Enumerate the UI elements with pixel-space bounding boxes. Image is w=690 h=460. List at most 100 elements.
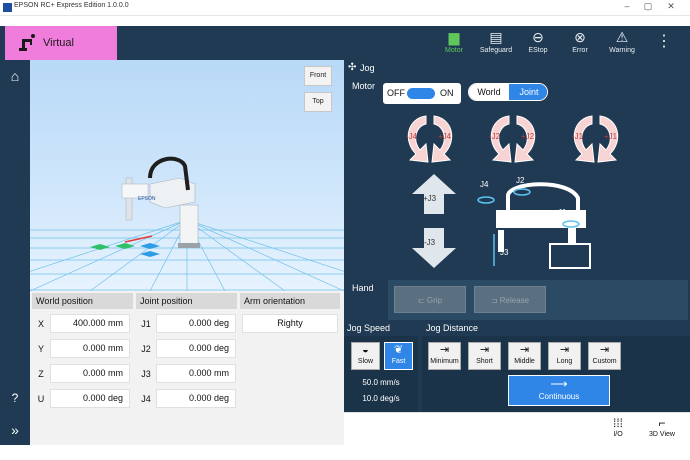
grid-dots-icon: ⁞⁞⁞ — [612, 416, 623, 430]
window-title: EPSON RC+ Express Edition 1.0.0.0 — [14, 2, 129, 9]
jog-minus-j4-button[interactable]: -J4 — [406, 132, 417, 141]
estop-status-button[interactable]: ⊖ EStop — [518, 27, 558, 59]
diagram-j1-label: J1 — [558, 208, 567, 217]
rabbit-icon: ❦ — [393, 344, 404, 356]
app-logo-icon — [3, 3, 12, 12]
world-axis-label: X — [37, 319, 44, 329]
home-icon: ⌂ — [10, 68, 20, 84]
jog-distance-panel: ⇥ Minimum ⇥ Short ⇥ Middle ⇥ Long ⇥ Cust… — [422, 336, 690, 412]
error-icon: ⊗ — [574, 29, 586, 45]
jog-j2-control: -J2 +J2 — [481, 110, 545, 166]
io-button[interactable]: ⁞⁞⁞ I/O — [600, 415, 636, 445]
window-titlebar: EPSON RC+ Express Edition 1.0.0.0 – ▢ ✕ — [0, 0, 690, 16]
speed-slow-label: Slow — [357, 358, 374, 365]
world-u-value: 0.000 deg — [50, 389, 130, 408]
distance-middle-label: Middle — [514, 358, 535, 365]
maximize-icon[interactable]: ▢ — [641, 1, 655, 12]
jog-plus-j3-label: +J3 — [423, 194, 437, 203]
step-arrow-icon: ⇥ — [599, 344, 610, 356]
joint-j4-value: 0.000 deg — [156, 389, 236, 408]
world-x-value: 400.000 mm — [50, 314, 130, 333]
speed-fast-label: Fast — [391, 358, 406, 365]
arm-orientation-header: Arm orientation — [240, 293, 340, 309]
expand-nav-button[interactable]: » — [0, 418, 30, 442]
more-vertical-icon: ⋮ — [656, 33, 672, 50]
release-button[interactable]: ⊐ Release — [474, 286, 546, 313]
jog-frame-toggle: World Joint — [468, 83, 548, 101]
distance-custom-button[interactable]: ⇥ Custom — [588, 342, 621, 370]
distance-continuous-label: Continuous — [538, 392, 580, 401]
joint-frame-option[interactable]: Joint — [509, 84, 547, 100]
jog-plus-j3-button[interactable]: +J3 — [410, 172, 458, 216]
scara-robot-diagram — [477, 182, 591, 269]
jog-minus-j1-button[interactable]: -J1 — [572, 132, 583, 141]
linear-speed-value: 50.0 mm/s — [362, 378, 400, 387]
minimize-icon[interactable]: – — [620, 1, 634, 11]
mode-label: Virtual — [43, 37, 74, 49]
left-nav: ⌂ ? » — [0, 60, 30, 445]
jog-plus-j4-button[interactable]: +J4 — [438, 132, 451, 141]
world-axis-label: Y — [37, 344, 44, 354]
robot-joint-diagram: J4 J2 J1 J3 — [468, 174, 608, 276]
speed-slow-button[interactable]: ◒ Slow — [351, 342, 380, 370]
help-button[interactable]: ? — [0, 386, 30, 410]
jog-j1-control: -J1 +J1 — [564, 110, 628, 166]
home-button[interactable]: ⌂ — [0, 64, 30, 88]
distance-continuous-button[interactable]: ⟶ Continuous — [508, 375, 610, 406]
joint-j3-value: 0.000 mm — [156, 364, 236, 383]
front-view-button[interactable]: Front — [304, 66, 332, 86]
motor-toggle[interactable]: OFF ON — [383, 83, 461, 104]
joint-axis-label: J1 — [141, 319, 151, 329]
robot-3d-view[interactable]: EPSON Front Top — [30, 60, 344, 291]
warning-status-button[interactable]: ⚠ Warning — [602, 27, 642, 59]
motor-on-label: ON — [440, 88, 454, 98]
release-icon: ⊐ — [490, 296, 500, 305]
grip-button[interactable]: ⊏ Grip — [394, 286, 466, 313]
jog-minus-j3-button[interactable]: -J3 — [410, 226, 458, 270]
motor-label: Motor — [352, 81, 376, 91]
distance-minimum-label: Minimum — [430, 358, 459, 365]
safeguard-status-button[interactable]: ▤ Safeguard — [476, 27, 516, 59]
distance-long-button[interactable]: ⇥ Long — [548, 342, 581, 370]
top-view-button[interactable]: Top — [304, 92, 332, 112]
jog-title: Jog — [360, 63, 375, 73]
hand-controls: ⊏ Grip ⊐ Release — [388, 280, 688, 320]
joint-position-header: Joint position — [136, 293, 237, 309]
3d-view-label: 3D View — [649, 431, 675, 438]
double-chevron-right-icon: » — [11, 422, 19, 438]
step-arrow-icon: ⇥ — [519, 344, 530, 356]
step-arrow-icon: ⇥ — [559, 344, 570, 356]
mode-tab[interactable]: Virtual — [5, 26, 117, 60]
more-menu-button[interactable]: ⋮ — [646, 27, 682, 59]
main-header: Virtual ▆ Motor ▤ Safeguard ⊖ EStop ⊗ Er… — [0, 26, 690, 60]
robot-view-icon: ⌐ — [658, 416, 666, 430]
3d-view-button[interactable]: ⌐ 3D View — [644, 415, 680, 445]
distance-long-label: Long — [556, 358, 573, 365]
distance-short-button[interactable]: ⇥ Short — [468, 342, 501, 370]
speed-fast-button[interactable]: ❦ Fast — [384, 342, 413, 370]
distance-middle-button[interactable]: ⇥ Middle — [508, 342, 541, 370]
warning-status-label: Warning — [609, 47, 635, 54]
jog-minus-j2-button[interactable]: -J2 — [489, 132, 500, 141]
motor-off-label: OFF — [387, 88, 405, 98]
joint-j1-value: 0.000 deg — [156, 314, 236, 333]
motor-status-button[interactable]: ▆ Motor — [434, 27, 474, 59]
world-position-header: World position — [32, 293, 133, 309]
distance-short-label: Short — [476, 358, 493, 365]
jog-plus-j1-button[interactable]: +J1 — [604, 132, 617, 141]
diagram-j4-label: J4 — [480, 180, 489, 189]
close-icon[interactable]: ✕ — [664, 1, 678, 12]
error-status-button[interactable]: ⊗ Error — [560, 27, 600, 59]
virtual-robot-icon — [19, 34, 35, 51]
jog-speed-title: Jog Speed — [347, 323, 391, 333]
grip-icon: ⊏ — [417, 296, 427, 305]
position-panel: World position Joint position Arm orient… — [30, 291, 344, 445]
distance-minimum-button[interactable]: ⇥ Minimum — [428, 342, 461, 370]
jog-plus-j2-button[interactable]: +J2 — [521, 132, 534, 141]
estop-status-label: EStop — [528, 47, 548, 54]
joint-axis-label: J3 — [141, 369, 151, 379]
world-frame-option[interactable]: World — [469, 84, 509, 100]
joint-axis-label: J2 — [141, 344, 151, 354]
jog-speed-panel: ◒ Slow ❦ Fast 50.0 mm/s 10.0 deg/s — [344, 336, 418, 412]
world-axis-label: U — [37, 394, 45, 404]
